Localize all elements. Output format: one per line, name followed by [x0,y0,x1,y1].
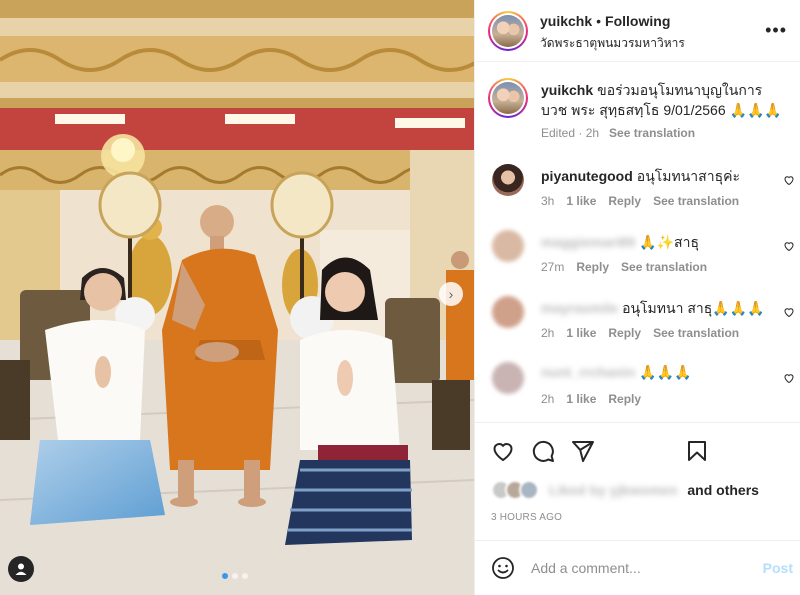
comment-see-translation[interactable]: See translation [621,260,707,274]
comment-text: 🙏✨สาธุ [639,234,699,250]
caption-see-translation[interactable]: See translation [609,126,695,140]
comment-item: nunt_rrchanin 🙏🙏🙏 2h 1 like Reply [475,358,800,418]
carousel-dot [242,573,248,579]
add-comment-input[interactable] [531,555,731,581]
instagram-post-modal: › yuikchk • Following วัดพระธาตุพนมวรมหาวิ… [0,0,800,595]
comment-see-translation[interactable]: See translation [653,194,739,208]
comment-time: 27m [541,260,565,274]
post-header: yuikchk • Following วัดพระธาตุพนมวรมหาวิหา… [475,0,800,62]
chevron-right-icon: › [448,286,454,302]
comment-text: 🙏🙏🙏 [639,364,692,380]
temple-photo-illustration [0,0,474,595]
tagged-users-button[interactable] [8,556,34,582]
posted-time: 3 HOURS AGO [491,512,563,523]
comment-heart-icon[interactable] [783,306,795,318]
comment-username[interactable]: nunt_rrchanin [541,364,635,380]
emoji-icon[interactable] [491,556,515,580]
comment-text: อนุโมทนา สาธุ🙏🙏🙏 [622,300,765,316]
liker-avatar [519,480,539,500]
comment-see-translation[interactable]: See translation [653,326,739,340]
comment-item: mayrasmile อนุโมทนา สาธุ🙏🙏🙏 2h 1 like Reply… [475,292,800,352]
comment-item: piyanutegood อนุโมทนาสาธุค่ะ 3h 1 like Repl… [475,160,800,220]
and-others-link[interactable]: and others [687,482,759,498]
author-username[interactable]: yuikchk [540,13,592,29]
bookmark-icon[interactable] [685,439,709,463]
post-comment-button[interactable]: Post [763,560,793,576]
comment-text: อนุโมทนาสาธุค่ะ [636,168,741,184]
comment-reply-button[interactable]: Reply [608,194,641,208]
send-icon[interactable] [571,439,595,463]
caption-edited-time: Edited · 2h [541,126,600,140]
carousel-dot [222,573,228,579]
comment-heart-icon[interactable] [783,372,795,384]
comment-username[interactable]: maggiemari89 [541,234,635,250]
liked-by-text[interactable]: Liked by yjkwomen [549,482,677,498]
carousel-dot [232,573,238,579]
comment-username[interactable]: mayrasmile [541,300,618,316]
post-side-panel: yuikchk • Following วัดพระธาตุพนมวรมหาวิหา… [474,0,800,595]
comment-reply-button[interactable]: Reply [608,392,641,406]
comment-icon[interactable] [531,439,555,463]
likes-summary[interactable]: Liked by yjkwomen and others [491,480,759,500]
post-photo[interactable]: › [0,0,474,595]
following-button[interactable]: Following [605,13,670,29]
next-photo-button[interactable]: › [439,282,463,306]
comment-reply-button[interactable]: Reply [576,260,609,274]
heart-icon[interactable] [491,439,515,463]
commenter-avatar[interactable] [492,164,524,196]
comment-item: maggiemari89 🙏✨สาธุ 27m Reply See translati… [475,226,800,286]
commenter-avatar[interactable] [492,362,524,394]
liker-avatars [491,480,539,500]
caption-author-avatar[interactable] [488,78,528,118]
post-action-bar [475,422,800,472]
person-icon [15,563,27,575]
commenter-avatar[interactable] [492,230,524,262]
author-avatar[interactable] [488,11,528,51]
commenter-avatar[interactable] [492,296,524,328]
comment-heart-icon[interactable] [783,174,795,186]
header-separator: • [596,13,602,29]
comment-likes[interactable]: 1 like [566,392,596,406]
more-horizontal-icon[interactable]: ••• [765,20,787,41]
carousel-indicator [222,573,248,579]
comment-likes[interactable]: 1 like [566,326,596,340]
caption-username[interactable]: yuikchk [541,82,593,98]
add-comment-bar: Post [475,540,800,595]
comment-time: 2h [541,326,555,340]
comment-likes[interactable]: 1 like [566,194,596,208]
comment-username[interactable]: piyanutegood [541,168,633,184]
comment-time: 3h [541,194,555,208]
comment-time: 2h [541,392,555,406]
comment-reply-button[interactable]: Reply [608,326,641,340]
comment-heart-icon[interactable] [783,240,795,252]
post-location[interactable]: วัดพระธาตุพนมวรมหาวิหาร [540,34,685,53]
